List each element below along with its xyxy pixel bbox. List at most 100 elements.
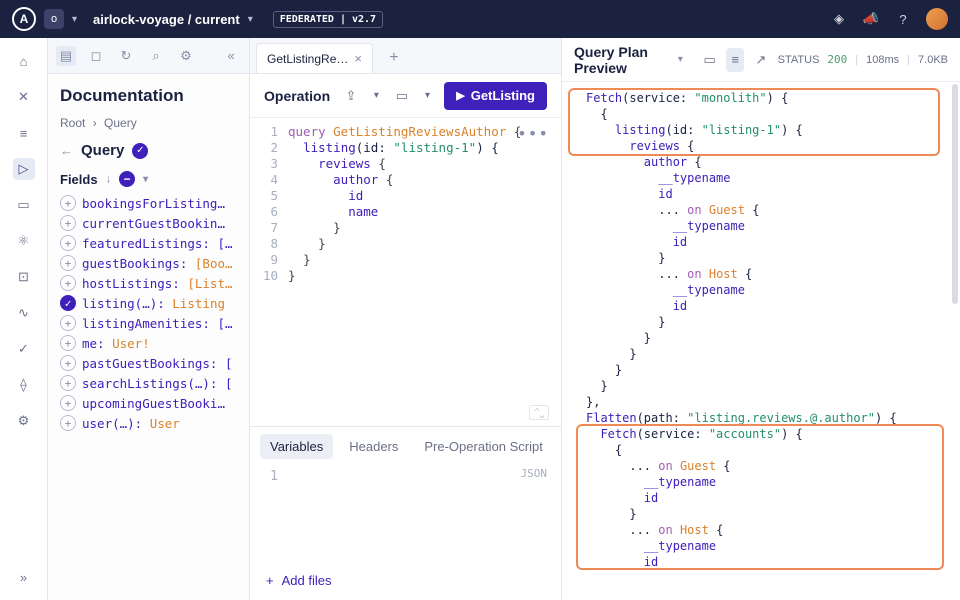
plan-view-text-icon[interactable]: ≡ (726, 48, 744, 72)
fields-collapse-icon[interactable]: − (119, 171, 135, 187)
announce-icon[interactable]: 📣 (862, 10, 880, 28)
field-add-icon[interactable]: + (60, 335, 76, 351)
field-add-icon[interactable]: + (60, 235, 76, 251)
field-add-icon[interactable]: + (60, 395, 76, 411)
field-signature: guestBookings: [Boo… (82, 256, 233, 271)
vars-tab-variables[interactable]: Variables (260, 434, 333, 459)
editor-menu-icon[interactable]: ••• (517, 124, 549, 143)
plan-title: Query Plan Preview (574, 44, 670, 76)
field-upcomingGuestBooking[interactable]: + upcomingGuestBooki… (60, 395, 237, 411)
rail-checks-icon[interactable]: ✓ (13, 338, 35, 360)
vars-tab-po[interactable]: Po (559, 434, 561, 459)
rail-clipboard-icon[interactable]: ▭ (13, 194, 35, 216)
rail-monitor-icon[interactable]: ⊡ (13, 266, 35, 288)
query-plan-panel: Query Plan Preview ▾ ▭ ≡ ↗ STATUS 200 | … (562, 38, 960, 600)
sort-icon[interactable]: ↓ (106, 173, 112, 185)
tab-close-icon[interactable]: × (354, 51, 362, 66)
back-arrow-icon[interactable]: ← (60, 143, 73, 158)
crumb-root[interactable]: Root (60, 116, 85, 130)
editor-tab[interactable]: GetListingRe… × (256, 43, 373, 73)
rail-graph-icon[interactable]: ⚛ (13, 230, 35, 252)
doc-history-icon[interactable]: ↻ (116, 46, 136, 66)
vars-tab-pre-operation-script[interactable]: Pre-Operation Script (414, 434, 553, 459)
org-chip[interactable]: o (44, 9, 64, 29)
documentation-panel: ▤ ◻ ↻ ⌕ ⚙ « Documentation Root › Query ←… (48, 38, 250, 600)
op-share-icon[interactable]: ⇪ (342, 85, 360, 107)
rail-settings-icon[interactable]: ⚙ (13, 410, 35, 432)
project-breadcrumb[interactable]: airlock-voyage / current (93, 12, 240, 27)
field-currentGuestBooking[interactable]: +currentGuestBookin… (60, 215, 237, 231)
field-add-icon[interactable]: + (60, 415, 76, 431)
field-listing[interactable]: ✓listing(…): Listing (60, 295, 237, 311)
field-listingAmenities[interactable]: + listingAmenities: [… (60, 315, 237, 331)
field-pastGuestBookings[interactable]: + pastGuestBookings: [ (60, 355, 237, 371)
field-add-icon[interactable]: + (60, 255, 76, 271)
org-chevron-icon[interactable]: ▾ (72, 14, 77, 25)
field-add-icon[interactable]: + (60, 215, 76, 231)
rail-changes-icon[interactable]: ≡ (13, 122, 35, 144)
rail-explorer-icon[interactable]: ▷ (13, 158, 35, 180)
field-searchListings[interactable]: + searchListings(…): [ (60, 375, 237, 391)
rail-home-icon[interactable]: ⌂ (13, 50, 35, 72)
vars-editor[interactable]: 1 JSON (250, 465, 561, 565)
apollo-logo: A (12, 7, 36, 31)
sandbox-icon[interactable]: ◈ (830, 10, 848, 28)
field-add-icon[interactable]: ✓ (60, 295, 76, 311)
top-bar: A o ▾ airlock-voyage / current ▾ FEDERAT… (0, 0, 960, 38)
doc-collapse-icon[interactable]: « (221, 46, 241, 66)
plan-view-tree-icon[interactable]: ▭ (701, 48, 719, 72)
doc-doc-icon[interactable]: ▤ (56, 46, 76, 66)
op-chevron-icon[interactable]: ▾ (368, 85, 386, 107)
type-check-icon[interactable]: ✓ (132, 143, 148, 159)
field-featuredListings[interactable]: + featuredListings: [… (60, 235, 237, 251)
field-signature: bookingsForListing… (82, 196, 225, 211)
field-signature: featuredListings: [… (82, 236, 233, 251)
op-save-chevron-icon[interactable]: ▾ (419, 85, 437, 107)
doc-settings-icon[interactable]: ⚙ (176, 46, 196, 66)
vars-tab-headers[interactable]: Headers (339, 434, 408, 459)
avatar[interactable] (926, 8, 948, 30)
run-button[interactable]: ▶ GetListing (444, 82, 547, 110)
field-add-icon[interactable]: + (60, 195, 76, 211)
rail-schema-icon[interactable]: ✕ (13, 86, 35, 108)
crumb-leaf[interactable]: Query (104, 116, 137, 130)
field-add-icon[interactable]: + (60, 375, 76, 391)
field-me[interactable]: + me: User! (60, 335, 237, 351)
help-icon[interactable]: ? (894, 10, 912, 28)
field-guestBookings[interactable]: + guestBookings: [Boo… (60, 255, 237, 271)
field-signature: me: User! (82, 336, 150, 351)
plan-chevron-icon[interactable]: ▾ (678, 54, 683, 65)
rail-metrics-icon[interactable]: ∿ (13, 302, 35, 324)
field-signature: upcomingGuestBooki… (82, 396, 225, 411)
field-add-icon[interactable]: + (60, 355, 76, 371)
latency: 108ms (866, 54, 899, 66)
code-editor[interactable]: 12345678910 query GetListingReviewsAutho… (250, 118, 561, 426)
field-list: + bookingsForListing… +currentGuestBookin…… (60, 195, 237, 431)
rail-launch-icon[interactable]: ⟠ (13, 374, 35, 396)
op-save-icon[interactable]: ▭ (393, 85, 411, 107)
add-files-button[interactable]: + Add files (250, 565, 561, 600)
run-label: GetListing (471, 88, 535, 103)
kbd-hint: ⌃⎵ (529, 405, 549, 420)
plan-body[interactable]: Fetch(service: "monolith") { { listing(i… (562, 82, 960, 600)
tab-add-icon[interactable]: + (381, 45, 407, 71)
field-signature: listingAmenities: [… (82, 316, 233, 331)
status-code: 200 (827, 53, 847, 66)
field-user[interactable]: + user(…): User (60, 415, 237, 431)
doc-search-icon[interactable]: ⌕ (146, 46, 166, 66)
field-bookingsForListing[interactable]: + bookingsForListing… (60, 195, 237, 211)
field-add-icon[interactable]: + (60, 315, 76, 331)
rail-collapse-icon[interactable]: » (13, 566, 35, 588)
plan-popout-icon[interactable]: ↗ (752, 48, 770, 72)
project-chevron-icon[interactable]: ▾ (248, 14, 253, 25)
field-signature: searchListings(…): [ (82, 376, 233, 391)
vars-tabs: VariablesHeadersPre-Operation ScriptPo (250, 427, 561, 465)
field-hostListings[interactable]: +hostListings: [List… (60, 275, 237, 291)
field-signature: pastGuestBookings: [ (82, 356, 233, 371)
field-add-icon[interactable]: + (60, 275, 76, 291)
doc-bookmark-icon[interactable]: ◻ (86, 46, 106, 66)
plan-scrollbar[interactable] (952, 84, 958, 304)
fields-chevron-icon[interactable]: ▾ (143, 174, 148, 185)
breadcrumb: Root › Query (60, 116, 237, 130)
field-signature: user(…): User (82, 416, 180, 431)
